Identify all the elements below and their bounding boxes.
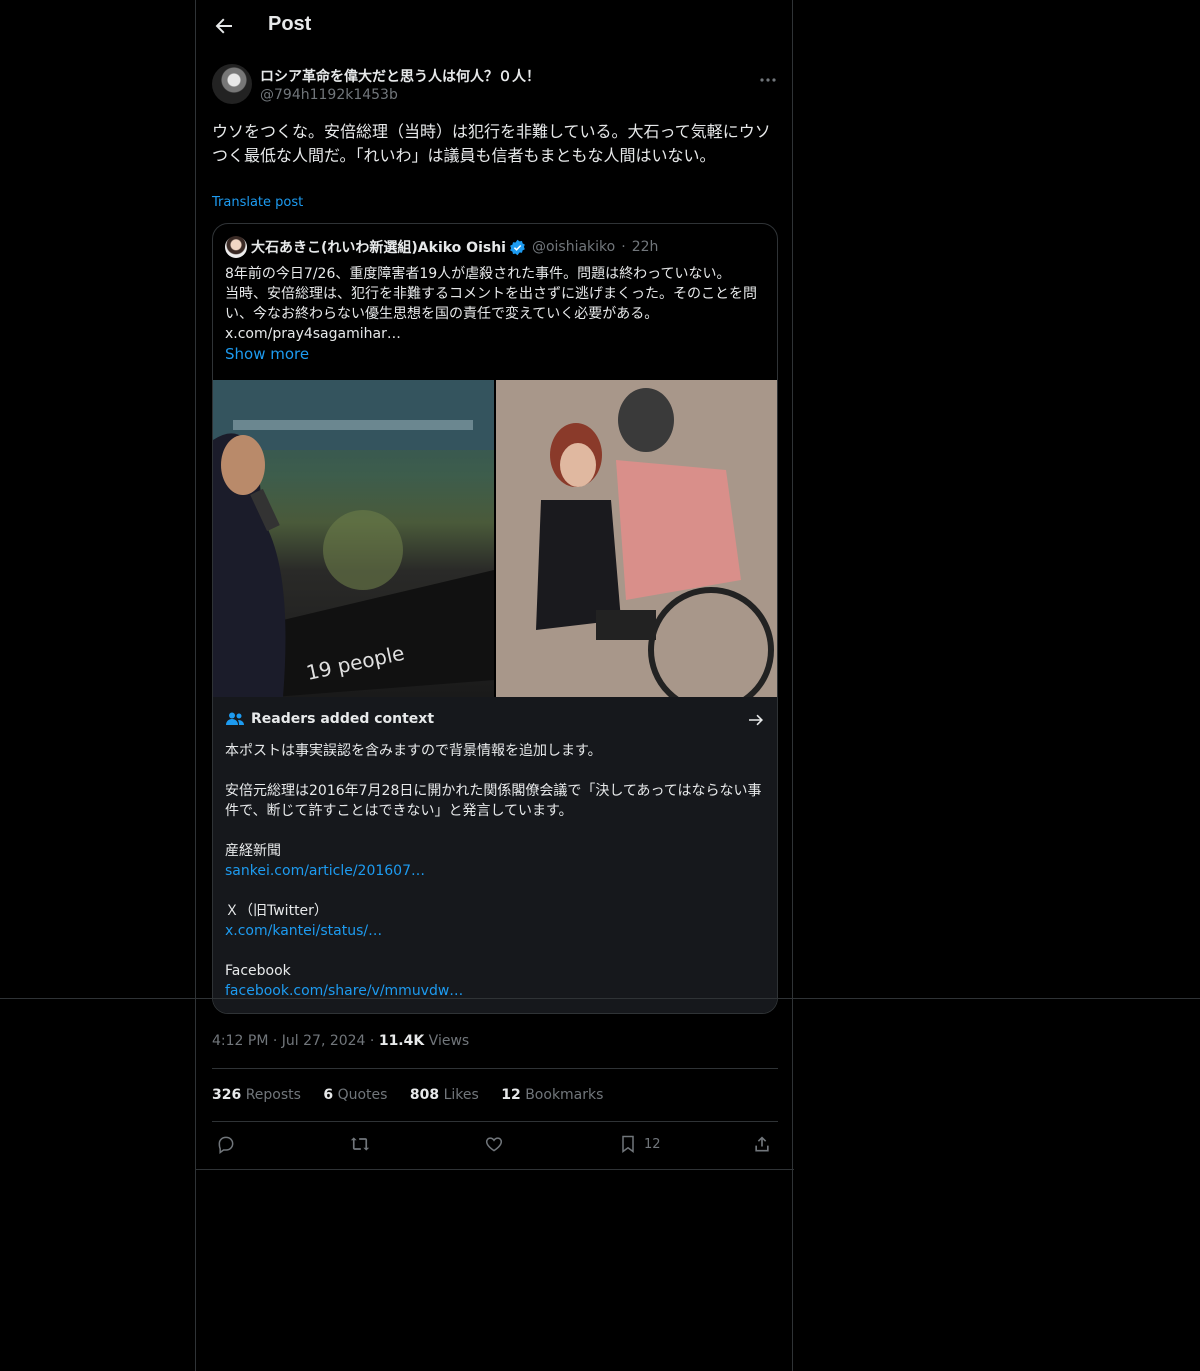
quoted-author-name[interactable]: 大石あきこ(れいわ新選組)Akiko Oishi	[251, 240, 506, 256]
reposts-label: Reposts	[245, 1087, 301, 1103]
quoted-handle[interactable]: @oishiakiko	[532, 239, 615, 255]
dot-separator: ·	[272, 1033, 282, 1049]
likes-count: 808	[409, 1087, 440, 1103]
like-icon[interactable]	[484, 1134, 504, 1158]
divider	[196, 1169, 794, 1170]
quotes-count: 6	[323, 1087, 334, 1103]
notes-body: 本ポストは事実誤認を含みますので背景情報を追加します。 安倍元総理は2016年7…	[225, 741, 765, 1013]
verified-icon	[509, 239, 526, 256]
translate-post-link[interactable]: Translate post	[212, 195, 303, 210]
notes-source-1: 産経新聞 sankei.com/article/201607…	[225, 841, 765, 881]
notes-heading: Readers added context	[225, 711, 434, 727]
top-bar: Post	[196, 0, 792, 54]
avatar[interactable]	[225, 236, 247, 258]
source-label: Facebook	[225, 963, 291, 979]
page-title: Post	[268, 13, 312, 35]
divider	[212, 1121, 778, 1122]
views-label: Views	[428, 1033, 470, 1049]
author-handle[interactable]: @794h1192k1453b	[260, 87, 398, 103]
repost-icon[interactable]	[350, 1134, 370, 1158]
bookmark-icon[interactable]: 12	[618, 1134, 661, 1158]
post-stats: 326 Reposts 6 Quotes 808 Likes 12 Bookma…	[212, 1087, 621, 1103]
show-more-link[interactable]: Show more	[225, 345, 309, 363]
notes-detail: 安倍元総理は2016年7月28日に開かれた関係閣僚会議で「決してあってはならない…	[225, 783, 762, 819]
readers-icon	[225, 711, 245, 727]
main-column: Post ロシア革命を偉大だと思う人は何人？０人！ @794h1192k1453…	[195, 0, 794, 1371]
reposts-stat[interactable]: 326 Reposts	[212, 1087, 301, 1103]
bookmarks-stat[interactable]: 12 Bookmarks	[501, 1087, 603, 1103]
source-link[interactable]: x.com/kantei/status/…	[225, 923, 382, 939]
action-bar: 12	[212, 1134, 778, 1158]
reposts-count: 326	[212, 1087, 242, 1103]
notes-source-3: Facebook facebook.com/share/v/mmuvdw…	[225, 961, 765, 1001]
dot-separator: ·	[621, 239, 626, 255]
notes-source-2: Ｘ（旧Twitter） x.com/kantei/status/…	[225, 901, 765, 941]
share-icon[interactable]	[752, 1134, 772, 1158]
notes-intro: 本ポストは事実誤認を含みますので背景情報を追加します。	[225, 743, 602, 759]
post-meta: 4:12 PM · Jul 27, 2024 · 11.4K Views	[212, 1033, 469, 1049]
source-link[interactable]: sankei.com/article/201607…	[225, 863, 425, 879]
author-display-name[interactable]: ロシア革命を偉大だと思う人は何人？０人！	[260, 66, 540, 86]
quoted-text: 8年前の今日7/26、重度障害者19人が虐殺された事件。問題は終わっていない。 …	[225, 266, 757, 342]
bookmark-count: 12	[644, 1137, 661, 1152]
photo-speech[interactable]: 19 people	[213, 380, 494, 697]
source-link[interactable]: facebook.com/share/v/mmuvdw…	[225, 983, 463, 999]
post-time[interactable]: 4:12 PM	[212, 1033, 268, 1049]
quotes-label: Quotes	[337, 1087, 388, 1103]
avatar[interactable]	[212, 64, 252, 104]
likes-stat[interactable]: 808 Likes	[410, 1087, 479, 1103]
post-date[interactable]: Jul 27, 2024	[282, 1033, 366, 1049]
quoted-media[interactable]: 19 people	[213, 380, 777, 697]
views-count: 11.4K	[378, 1033, 425, 1049]
community-notes[interactable]: Readers added context 本ポストは事実誤認を含みますので背景…	[213, 697, 777, 1013]
notes-heading-label: Readers added context	[251, 711, 435, 727]
source-label: 産経新聞	[225, 843, 281, 859]
source-label: Ｘ（旧Twitter）	[225, 903, 328, 919]
quoted-post[interactable]: 大石あきこ(れいわ新選組)Akiko Oishi @oishiakiko · 22h …	[212, 223, 778, 1014]
quotes-stat[interactable]: 6 Quotes	[323, 1087, 387, 1103]
overlay-line	[0, 998, 1200, 999]
back-arrow-icon[interactable]	[212, 14, 236, 38]
post-author: ロシア革命を偉大だと思う人は何人？０人！ @794h1192k1453b	[212, 64, 778, 108]
arrow-right-icon[interactable]	[747, 711, 765, 729]
dot-separator: ·	[369, 1033, 379, 1049]
reply-icon[interactable]	[216, 1134, 236, 1158]
more-icon[interactable]	[758, 70, 778, 90]
quoted-time[interactable]: 22h	[632, 239, 659, 255]
post-text: ウソをつくな。安倍総理（当時）は犯行を非難している。大石って気軽にウソつく最低な…	[212, 122, 771, 165]
divider	[212, 1068, 778, 1069]
likes-label: Likes	[443, 1087, 479, 1103]
photo-wheelchair[interactable]	[496, 380, 777, 697]
bookmarks-label: Bookmarks	[525, 1087, 604, 1103]
bookmarks-count: 12	[501, 1087, 521, 1103]
quoted-post-header: 大石あきこ(れいわ新選組)Akiko Oishi @oishiakiko · 22h	[225, 236, 658, 258]
